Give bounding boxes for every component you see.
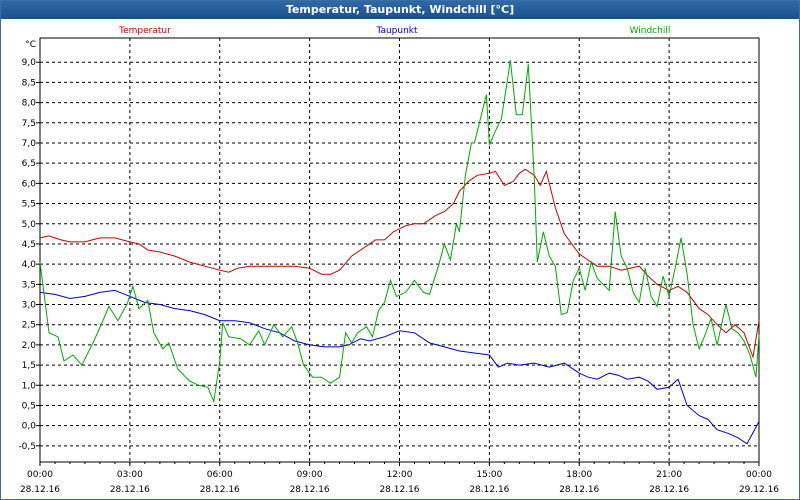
x-tick-time: 00:00 (746, 470, 772, 480)
x-tick-time: 18:00 (566, 470, 592, 480)
x-tick-date: 28.12.16 (649, 485, 689, 495)
x-tick-time: 03:00 (117, 470, 143, 480)
x-tick-time: 21:00 (656, 470, 682, 480)
y-tick-label: 1,5 (22, 361, 36, 371)
x-tick-date: 28.12.16 (379, 485, 419, 495)
legend-entry-windchill: Windchill (630, 26, 671, 36)
y-axis-unit: °C (25, 40, 36, 50)
x-tick-time: 00:00 (27, 470, 53, 480)
y-tick-label: 7,0 (22, 139, 37, 149)
y-tick-label: 7,5 (22, 119, 36, 129)
y-tick-label: -0,5 (18, 442, 36, 452)
y-tick-label: 0,0 (22, 422, 37, 432)
y-tick-label: 5,5 (22, 200, 36, 210)
y-tick-label: 2,5 (22, 321, 36, 331)
x-tick-date: 28.12.16 (469, 485, 509, 495)
y-tick-label: 8,5 (22, 78, 36, 88)
x-tick-date: 28.12.16 (20, 485, 60, 495)
x-tick-time: 06:00 (207, 470, 233, 480)
x-tick-time: 15:00 (476, 470, 502, 480)
y-tick-label: 6,5 (22, 159, 36, 169)
y-tick-label: 3,5 (22, 280, 36, 290)
line-chart: -0,5 0,0 0,5 1,0 1,5 2,0 2,5 3,0 3,5 4,0 4,5 5,0 5,5… (18, 26, 779, 495)
y-tick-label: 3,0 (22, 301, 37, 311)
x-tick-date: 29.12.16 (739, 485, 779, 495)
x-tick-date: 28.12.16 (110, 485, 150, 495)
x-tick-time: 09:00 (297, 470, 323, 480)
y-tick-label: 0,5 (22, 401, 36, 411)
y-tick-label: 8,0 (22, 99, 37, 109)
x-tick-date: 28.12.16 (559, 485, 599, 495)
y-tick-label: 6,0 (22, 179, 37, 189)
legend: Temperatur Taupunkt Windchill (118, 26, 670, 36)
x-tick-time: 12:00 (387, 470, 413, 480)
y-tick-label: 5,0 (22, 220, 37, 230)
legend-entry-temperatur: Temperatur (118, 26, 171, 36)
x-tick-date: 28.12.16 (200, 485, 240, 495)
y-tick-label: 9,0 (22, 58, 37, 68)
legend-entry-taupunkt: Taupunkt (375, 26, 418, 36)
y-tick-label: 1,0 (22, 381, 37, 391)
x-tick-date: 28.12.16 (290, 485, 330, 495)
y-tick-label: 4,0 (22, 260, 37, 270)
y-tick-label: 4,5 (22, 240, 36, 250)
y-tick-label: 2,0 (22, 341, 37, 351)
